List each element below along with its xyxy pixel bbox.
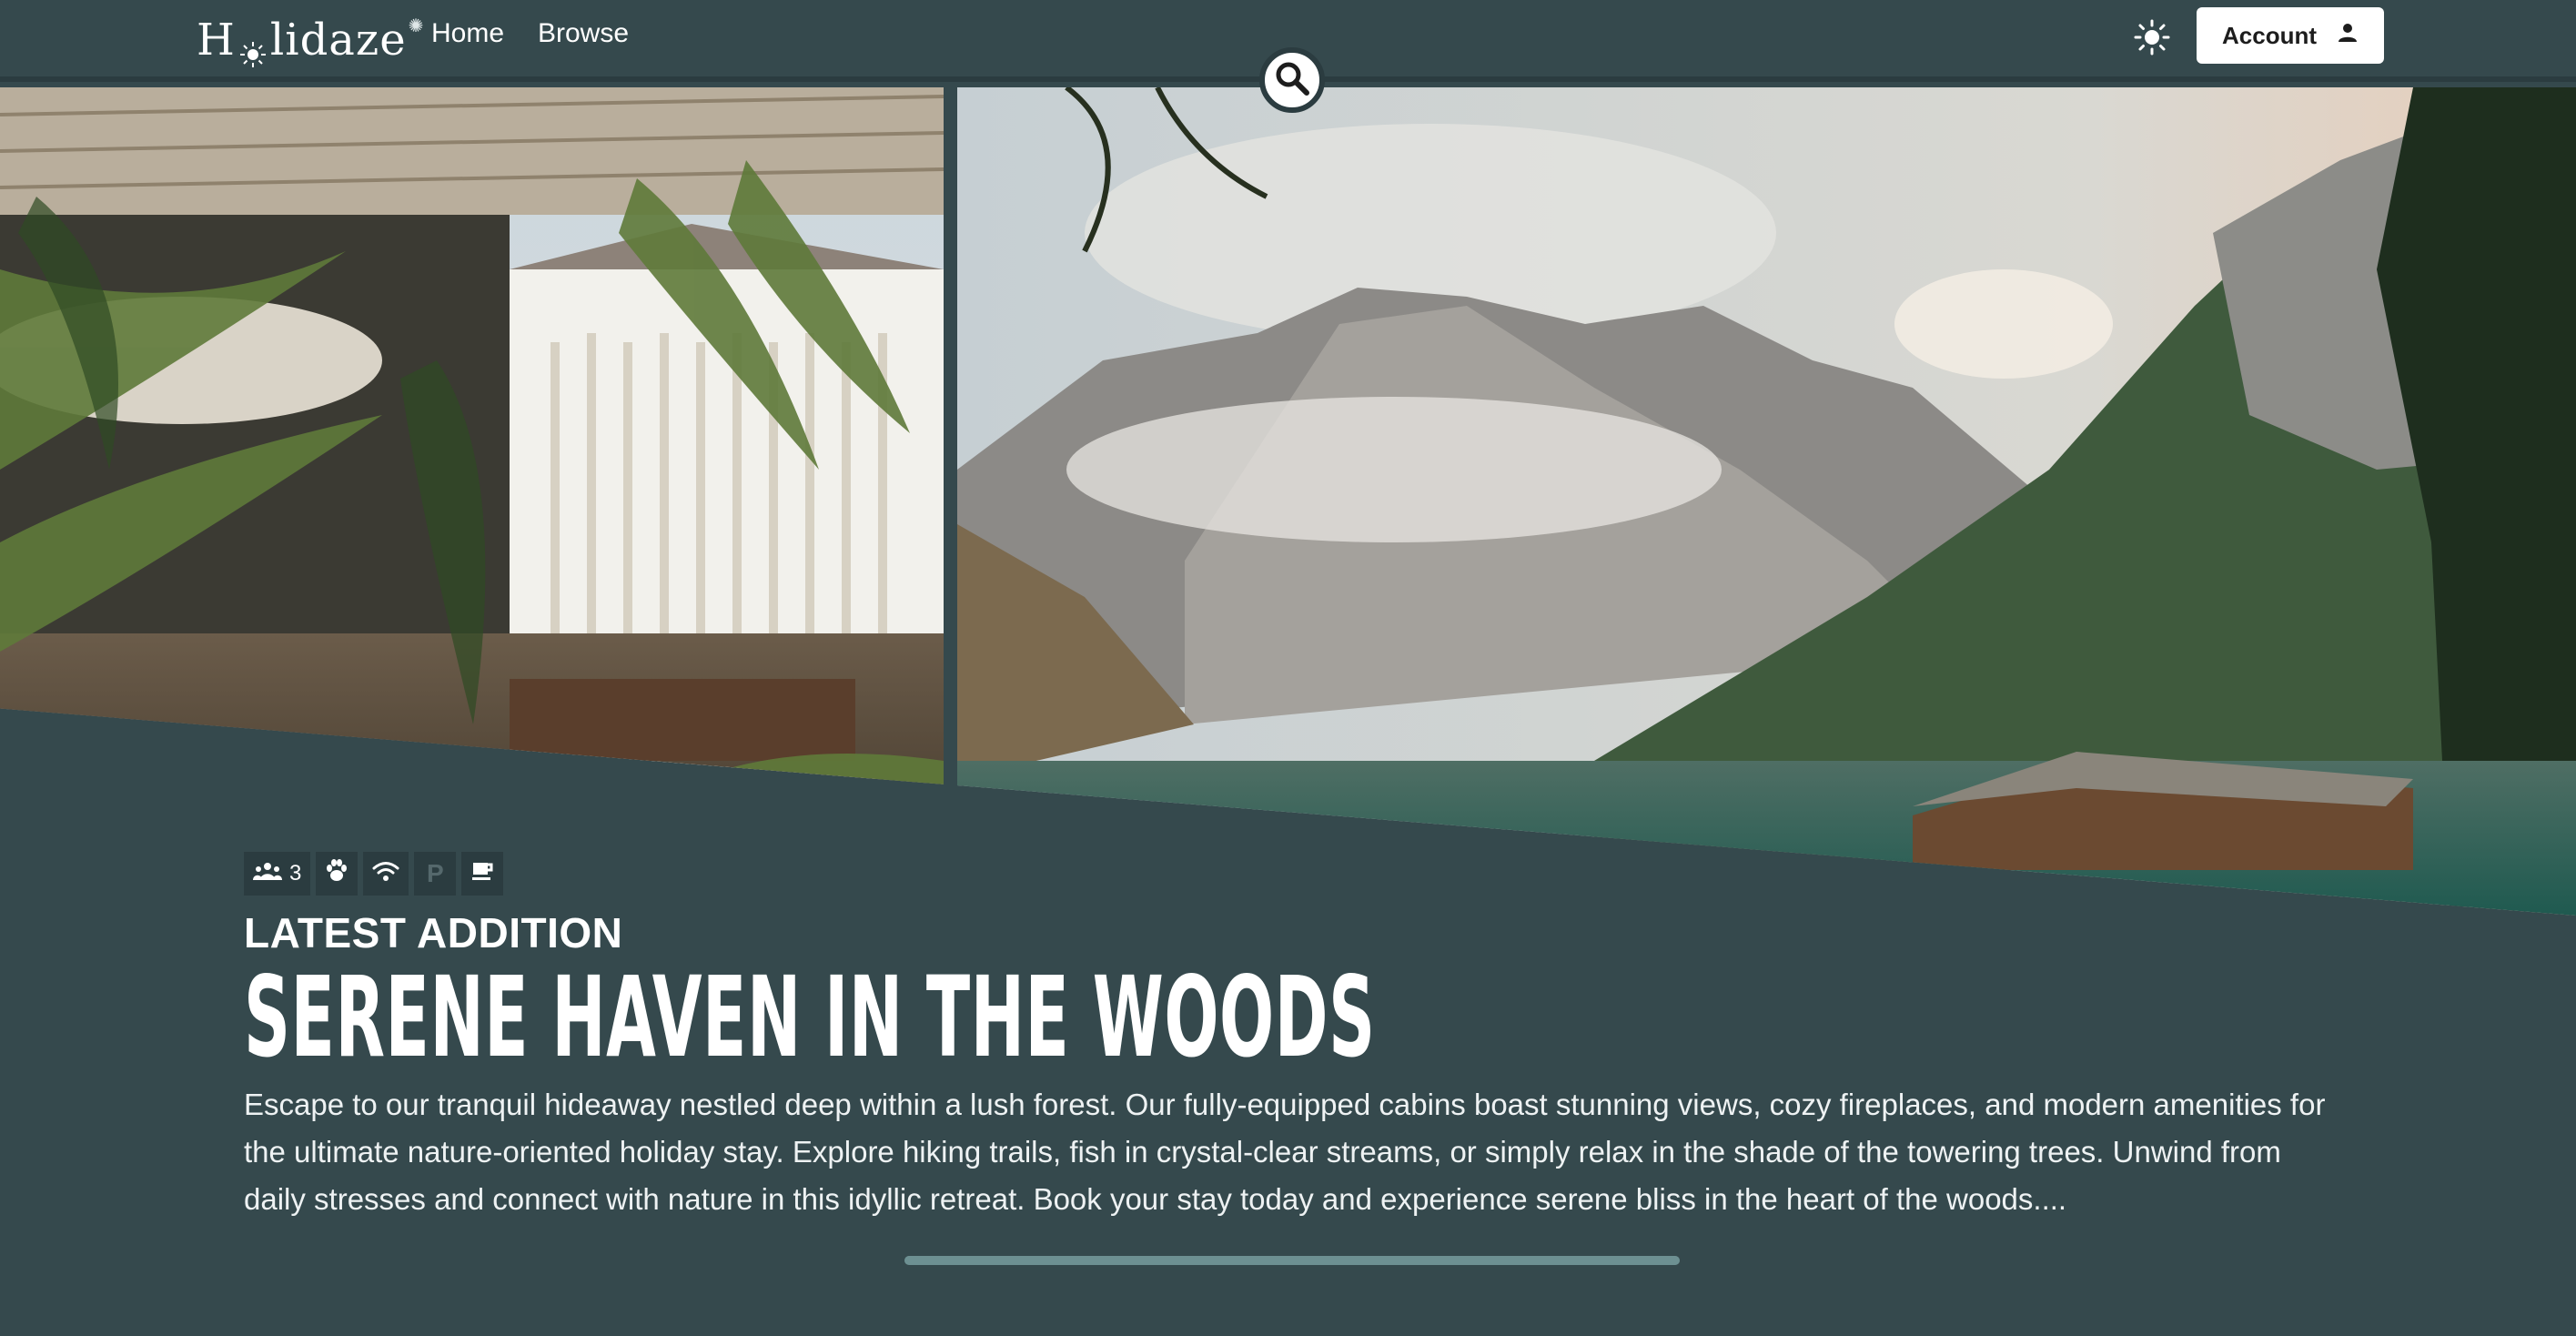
guests-count: 3	[289, 861, 302, 886]
people-icon	[253, 861, 282, 886]
search-icon	[1274, 60, 1310, 101]
logo-sun-icon	[239, 28, 267, 67]
person-icon	[2337, 22, 2359, 50]
wifi-badge	[363, 852, 409, 896]
theme-toggle-sun-icon[interactable]	[2133, 18, 2171, 56]
logo-text-left: H	[197, 15, 236, 66]
parking-icon: P	[427, 859, 444, 887]
paw-icon	[325, 858, 349, 889]
patio-garden-image	[0, 87, 944, 916]
wifi-icon	[372, 860, 399, 888]
mountain-lake-image	[957, 87, 2576, 916]
holidaze-logo[interactable]: H lidaze ✺	[197, 13, 424, 67]
carousel-progress-fill	[904, 1256, 1680, 1265]
logo-text-right: lidaze	[269, 15, 407, 66]
breakfast-badge	[461, 852, 504, 896]
account-button-label: Account	[2222, 21, 2317, 49]
coffee-icon	[470, 859, 494, 889]
amenity-badges: 3 P	[244, 852, 2337, 896]
guests-badge: 3	[244, 852, 311, 896]
pets-badge	[316, 852, 359, 896]
nav-browse-link[interactable]: Browse	[538, 18, 629, 49]
nav-home-link[interactable]: Home	[431, 18, 504, 49]
latest-listing-section: 3 P LATEST ADDITION SERENE HAVEN IN THE …	[244, 852, 2337, 1223]
hero-image-carousel[interactable]	[0, 87, 2576, 916]
account-button[interactable]: Account	[2197, 7, 2384, 64]
parking-badge: P	[414, 852, 457, 896]
listing-title[interactable]: Serene Haven in the Woods	[244, 959, 1458, 1076]
listing-description: Escape to our tranquil hideaway nestled …	[244, 1088, 2326, 1217]
logo-sparkle-icon: ✺	[408, 15, 425, 36]
latest-addition-label: LATEST ADDITION	[244, 909, 623, 956]
carousel-progress-bar	[904, 1256, 1680, 1265]
search-button[interactable]	[1259, 47, 1325, 113]
